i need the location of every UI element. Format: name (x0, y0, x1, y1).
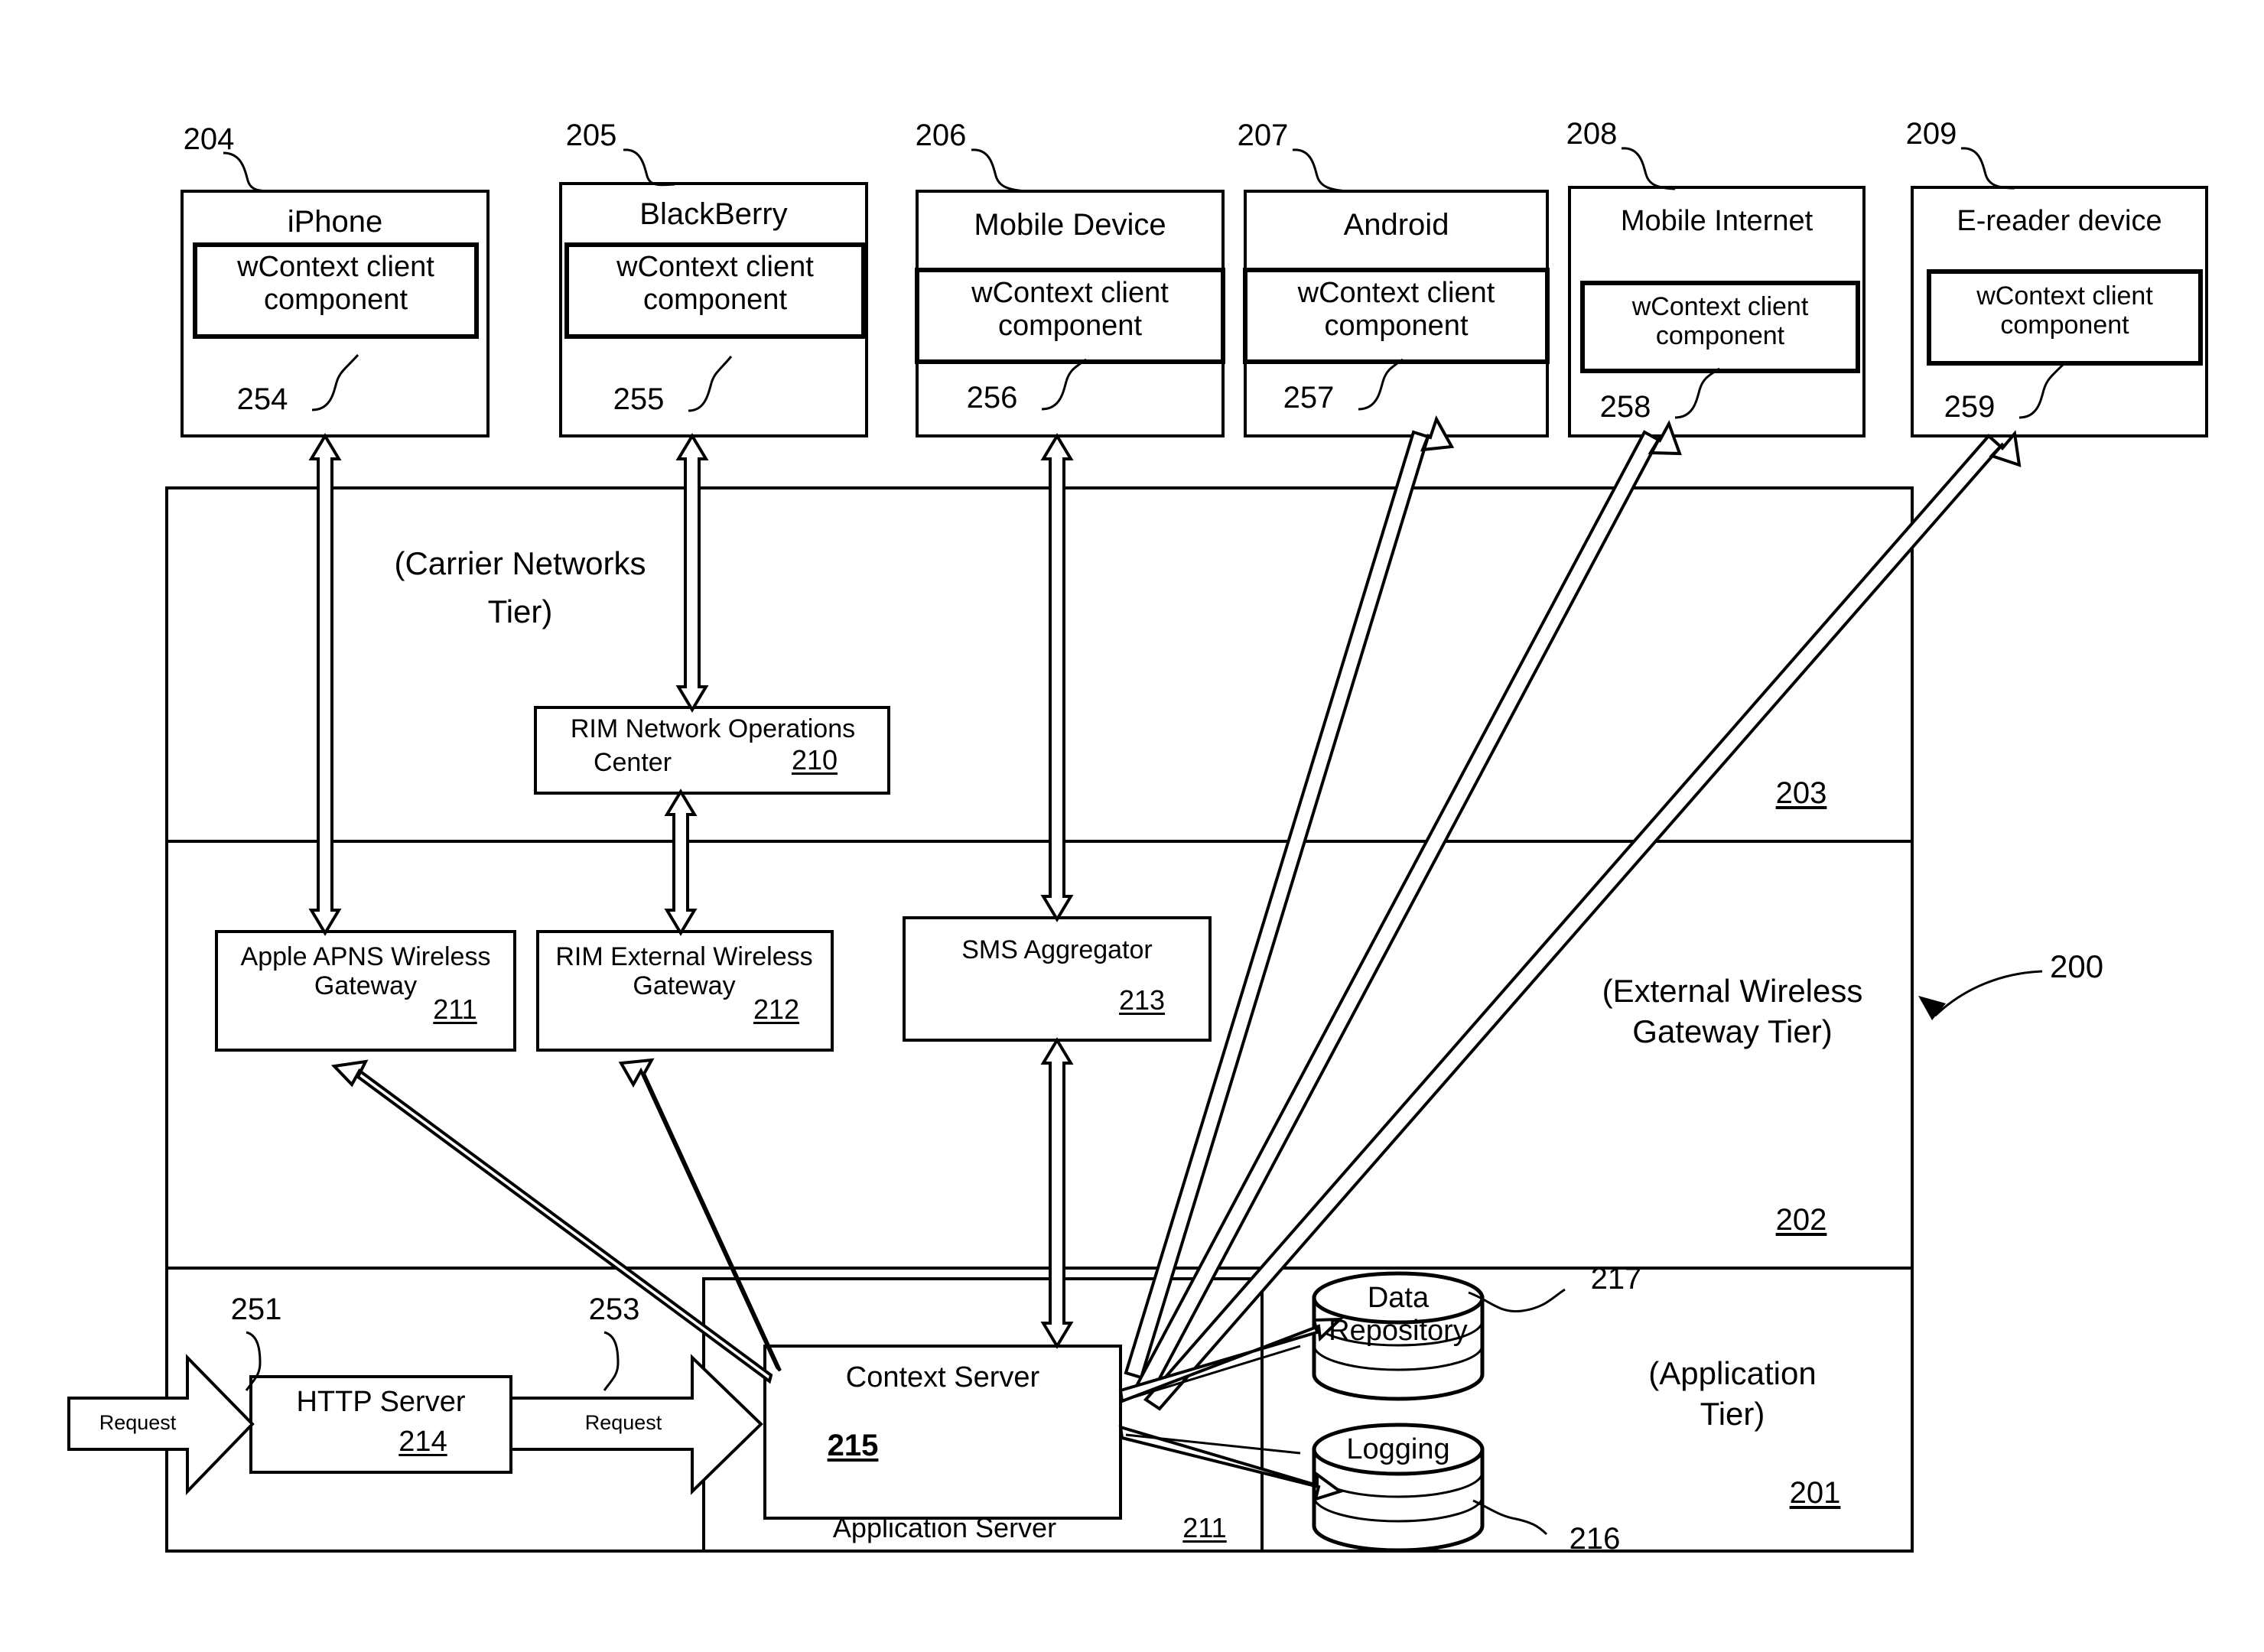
tier-label-external-wireless-gateway: (External Wireless Gateway Tier) (1553, 971, 1912, 1052)
tier-ref-203: 203 (1775, 776, 1827, 810)
sms-aggregator: SMS Aggregator (961, 935, 1153, 964)
node-ref-211-gateway: 211 (433, 993, 477, 1025)
system-ref-200: 200 (2050, 948, 2104, 984)
context-server-ref: 215 (827, 1429, 879, 1462)
component-ref-257: 257 (1283, 381, 1335, 415)
device-title-iphone: iPhone (287, 205, 383, 239)
rim-noc-line1: RIM Network Operations (570, 714, 856, 743)
wcontext-client-component-mobile-internet: wContext client component (1631, 292, 1809, 351)
tier-label-application-line1: (Application (1648, 1355, 1817, 1391)
component-ref-259: 259 (1944, 390, 1996, 424)
request-ref-253: 253 (588, 1293, 640, 1326)
request-ref-251: 251 (230, 1293, 282, 1326)
wcontext-client-component-android: wContext client component (1297, 277, 1495, 342)
device-title-blackberry: BlackBerry (639, 197, 788, 231)
component-ref-255: 255 (613, 382, 665, 416)
http-server-label: HTTP Server (296, 1386, 466, 1418)
device-title-mobile-device: Mobile Device (974, 208, 1166, 242)
request-label-253: Request (584, 1411, 662, 1434)
tier-label-application: (Application Tier) (1560, 1354, 1905, 1434)
device-title-android: Android (1343, 208, 1449, 242)
wcontext-client-component-blackberry: wContext client component (616, 251, 814, 316)
data-repository-label: Data Repository (1329, 1282, 1468, 1347)
logging-label: Logging (1346, 1433, 1450, 1465)
context-server-label: Context Server (845, 1361, 1040, 1393)
rim-ext-line1: RIM External Wireless (555, 942, 813, 971)
apns-line1: Apple APNS Wireless (240, 942, 491, 971)
tier-label-gateway-line2: Gateway Tier) (1632, 1013, 1833, 1049)
device-ref-209: 209 (1905, 117, 1957, 151)
tier-label-carrier-line2: Tier) (487, 593, 553, 629)
component-ref-258: 258 (1599, 390, 1651, 424)
device-ref-205: 205 (565, 119, 617, 152)
device-ref-204: 204 (183, 122, 235, 156)
component-ref-254: 254 (236, 382, 288, 416)
data-repository-ref: 217 (1590, 1262, 1642, 1296)
tier-label-carrier-line1: (Carrier Networks (394, 545, 646, 581)
rim-noc-line2: Center (593, 748, 672, 777)
logging-ref: 216 (1569, 1522, 1621, 1556)
node-ref-210: 210 (791, 744, 838, 776)
wcontext-client-component-ereader: wContext client component (1976, 281, 2153, 340)
apple-apns-wireless-gateway: Apple APNS Wireless Gateway (218, 942, 513, 1000)
rim-network-operations-center: RIM Network Operations (537, 714, 889, 743)
node-ref-213: 213 (1118, 984, 1166, 1016)
tier-label-application-line2: Tier) (1700, 1395, 1765, 1432)
tier-label-gateway-line1: (External Wireless (1602, 973, 1863, 1009)
tier-ref-202: 202 (1775, 1203, 1827, 1237)
wcontext-client-component-iphone: wContext client component (237, 251, 434, 316)
component-ref-256: 256 (966, 381, 1018, 415)
device-title-ereader: E-reader device (1957, 205, 2162, 237)
patent-figure: .ln{fill:none;stroke:#000;stroke-width:4… (0, 0, 2264, 1652)
http-server-ref: 214 (398, 1426, 447, 1458)
device-title-mobile-internet: Mobile Internet (1620, 205, 1813, 237)
device-ref-207: 207 (1237, 119, 1289, 152)
node-ref-212: 212 (753, 993, 800, 1025)
application-server-ref: 211 (1182, 1512, 1227, 1543)
tier-ref-201: 201 (1789, 1476, 1841, 1510)
device-ref-206: 206 (915, 119, 967, 152)
wcontext-client-component-mobile-device: wContext client component (971, 277, 1169, 342)
tier-label-carrier-networks: (Carrier Networks Tier) (337, 539, 704, 636)
device-ref-208: 208 (1566, 117, 1618, 151)
application-server-label: Application Server (832, 1512, 1057, 1543)
request-label-251: Request (99, 1411, 177, 1434)
rim-external-wireless-gateway: RIM External Wireless Gateway (538, 942, 831, 1000)
